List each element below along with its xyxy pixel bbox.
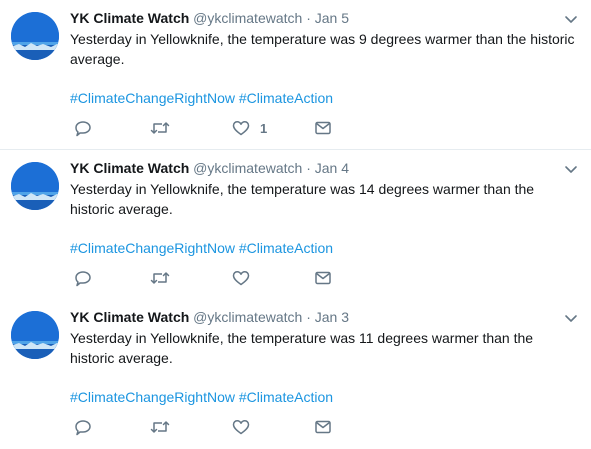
retweet-button[interactable]	[150, 417, 170, 437]
chevron-down-icon[interactable]	[563, 310, 579, 326]
hashtags: #ClimateChangeRightNow #ClimateAction	[70, 88, 333, 108]
tweet-actions: 1	[70, 118, 350, 138]
hashtags: #ClimateChangeRightNow #ClimateAction	[70, 238, 333, 258]
tweet[interactable]: YK Climate Watch @ykclimatewatch · Jan 5…	[0, 0, 591, 150]
tweet-text: Yesterday in Yellowknife, the temperatur…	[70, 181, 535, 217]
direct-message-button[interactable]	[314, 417, 332, 437]
retweet-button[interactable]	[150, 268, 170, 288]
user-handle[interactable]: @ykclimatewatch	[193, 160, 302, 176]
envelope-icon	[315, 271, 331, 285]
display-name[interactable]: YK Climate Watch	[70, 160, 189, 176]
display-name[interactable]: YK Climate Watch	[70, 309, 189, 325]
tweet-date[interactable]: Jan 5	[315, 10, 349, 26]
hashtags: #ClimateChangeRightNow #ClimateAction	[70, 387, 333, 407]
heart-icon	[232, 121, 250, 136]
tweet-text: Yesterday in Yellowknife, the temperatur…	[70, 330, 534, 366]
envelope-icon	[315, 121, 331, 135]
retweet-icon	[150, 421, 170, 433]
tweet[interactable]: YK Climate Watch @ykclimatewatch · Jan 4…	[0, 150, 591, 300]
reply-icon	[75, 271, 91, 287]
retweet-button[interactable]	[150, 118, 170, 138]
tweet-header: YK Climate Watch @ykclimatewatch · Jan 4	[70, 159, 349, 177]
hashtag-link[interactable]: #ClimateChangeRightNow	[70, 389, 235, 405]
reply-icon	[75, 121, 91, 137]
chevron-down-icon[interactable]	[563, 11, 579, 27]
hashtag-link[interactable]: #ClimateAction	[239, 90, 333, 106]
like-button[interactable]	[232, 268, 260, 288]
direct-message-button[interactable]	[314, 118, 332, 138]
heart-icon	[232, 271, 250, 286]
tweet-date[interactable]: Jan 3	[315, 309, 349, 325]
tweet-date[interactable]: Jan 4	[315, 160, 349, 176]
avatar[interactable]	[11, 162, 59, 210]
timeline: YK Climate Watch @ykclimatewatch · Jan 5…	[0, 0, 591, 449]
avatar[interactable]	[11, 12, 59, 60]
reply-button[interactable]	[74, 118, 92, 138]
separator: ·	[306, 10, 311, 26]
avatar[interactable]	[11, 311, 59, 359]
hashtag-link[interactable]: #ClimateChangeRightNow	[70, 240, 235, 256]
like-button[interactable]	[232, 417, 260, 437]
reply-button[interactable]	[74, 268, 92, 288]
reply-icon	[75, 420, 91, 436]
hashtag-link[interactable]: #ClimateAction	[239, 389, 333, 405]
tweet-actions	[70, 268, 350, 288]
reply-button[interactable]	[74, 417, 92, 437]
hashtag-link[interactable]: #ClimateChangeRightNow	[70, 90, 235, 106]
like-count: 1	[260, 120, 268, 136]
like-button[interactable]: 1	[232, 118, 267, 138]
tweet-actions	[70, 417, 350, 437]
retweet-icon	[150, 122, 170, 134]
chevron-down-icon[interactable]	[563, 161, 579, 177]
user-handle[interactable]: @ykclimatewatch	[193, 309, 302, 325]
separator: ·	[306, 160, 311, 176]
tweet-header: YK Climate Watch @ykclimatewatch · Jan 3	[70, 308, 349, 326]
hashtag-link[interactable]: #ClimateAction	[239, 240, 333, 256]
envelope-icon	[315, 420, 331, 434]
separator: ·	[306, 309, 311, 325]
tweet[interactable]: YK Climate Watch @ykclimatewatch · Jan 3…	[0, 299, 591, 449]
retweet-icon	[150, 272, 170, 284]
display-name[interactable]: YK Climate Watch	[70, 10, 189, 26]
heart-icon	[232, 420, 250, 435]
direct-message-button[interactable]	[314, 268, 332, 288]
tweet-header: YK Climate Watch @ykclimatewatch · Jan 5	[70, 9, 349, 27]
user-handle[interactable]: @ykclimatewatch	[193, 10, 302, 26]
tweet-text: Yesterday in Yellowknife, the temperatur…	[70, 31, 575, 67]
